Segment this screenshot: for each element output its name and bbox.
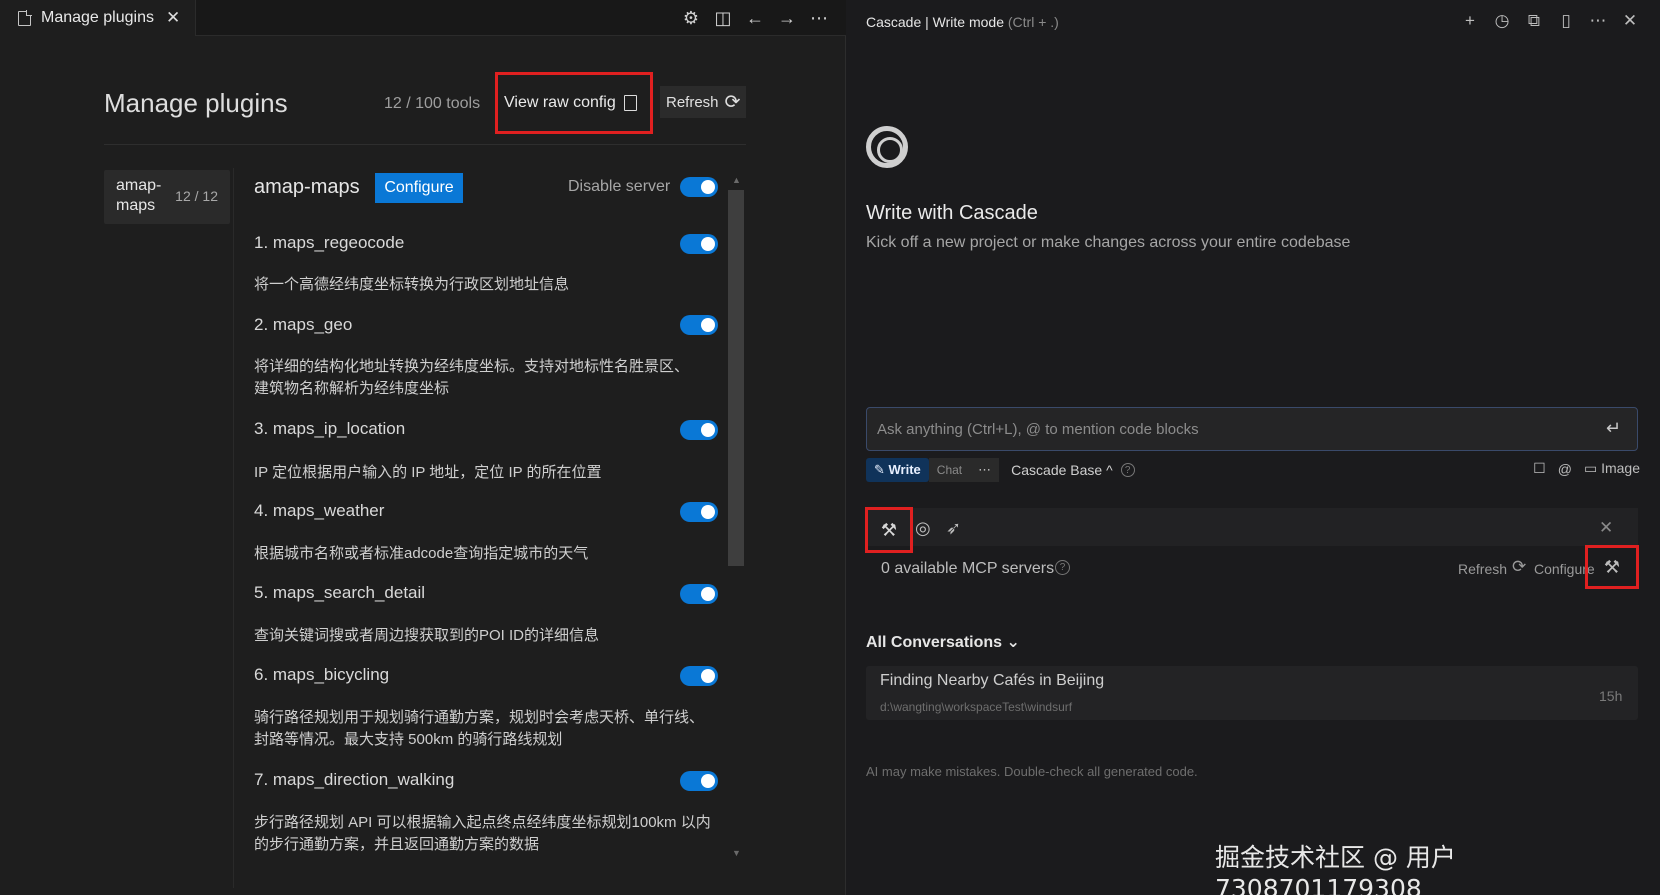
tool-name: 7. maps_direction_walking bbox=[254, 770, 455, 789]
close-tab-icon[interactable]: ✕ bbox=[166, 8, 180, 28]
conversation-path: d:\wangting\workspaceTest\windsurf bbox=[880, 700, 1073, 714]
write-subheading: Kick off a new project or make changes a… bbox=[866, 234, 1351, 251]
conversation-title: Finding Nearby Cafés in Beijing bbox=[880, 672, 1105, 689]
tool-toggle[interactable] bbox=[680, 315, 718, 335]
server-tool-count: 12 / 12 bbox=[175, 188, 218, 204]
tool-toggle[interactable] bbox=[680, 420, 718, 440]
header-divider bbox=[104, 144, 746, 145]
disable-server-label: Disable server bbox=[568, 178, 671, 195]
mcp-toolbar bbox=[866, 508, 1638, 546]
write-heading: Write with Cascade bbox=[866, 202, 1038, 224]
scroll-up-arrow-icon[interactable]: ▲ bbox=[732, 175, 741, 185]
rocket-icon[interactable]: ➶ bbox=[946, 518, 961, 539]
ai-disclaimer: AI may make mistakes. Double-check all g… bbox=[866, 764, 1198, 779]
chat-input-box: ↵ bbox=[866, 407, 1638, 451]
tool-name: 2. maps_geo bbox=[254, 315, 353, 334]
back-arrow-icon[interactable]: ← bbox=[746, 8, 764, 29]
tool-description: 查询关键词搜或者周边搜获取到的POI ID的详细信息 bbox=[254, 627, 600, 644]
mention-icon[interactable]: @ bbox=[1558, 461, 1572, 477]
tab-title: Manage plugins bbox=[41, 9, 154, 26]
tool-description: IP 定位根据用户输入的 IP 地址，定位 IP 的所在位置 bbox=[254, 464, 602, 481]
tab-bar: Manage plugins ✕ ⚙ ◫ ← → ⋯ bbox=[0, 0, 846, 36]
scroll-down-arrow-icon[interactable]: ▼ bbox=[732, 848, 741, 858]
tool-description: 将一个高德经纬度坐标转换为行政区划地址信息 bbox=[254, 276, 570, 293]
write-mode-label: Write bbox=[888, 462, 921, 477]
refresh-label: Refresh bbox=[666, 93, 719, 111]
cascade-title-text: Cascade | Write mode bbox=[866, 14, 1004, 30]
history-icon[interactable]: ◷ bbox=[1492, 11, 1512, 31]
tool-description: 骑行路径规划用于规划骑行通勤方案，规划时会考虑天桥、单行线、封路等情况。最大支持… bbox=[254, 709, 705, 748]
server-name: amap-maps bbox=[116, 177, 162, 214]
tab-manage-plugins[interactable]: Manage plugins ✕ bbox=[0, 0, 196, 36]
help-icon[interactable]: ? bbox=[1120, 463, 1135, 477]
configure-hammer-icon[interactable]: ⚒ bbox=[1585, 545, 1639, 589]
more-icon[interactable]: ⋯ bbox=[1588, 11, 1608, 31]
write-mode-button[interactable]: ✎ Write bbox=[866, 458, 929, 482]
tool-toggle[interactable] bbox=[680, 584, 718, 604]
mcp-refresh-button[interactable]: Refresh bbox=[1458, 561, 1507, 577]
hammer-icon[interactable]: ⚒ bbox=[865, 507, 913, 553]
tool-toggle[interactable] bbox=[680, 502, 718, 522]
conversation-time: 15h bbox=[1599, 688, 1623, 704]
plugins-icon[interactable]: ⧉ bbox=[1524, 11, 1544, 31]
close-mcp-icon[interactable]: ✕ bbox=[1599, 518, 1613, 538]
edit-icon[interactable]: ☐ bbox=[1533, 460, 1546, 477]
mcp-server-count: 0 available MCP servers bbox=[881, 560, 1055, 577]
scrollbar-thumb[interactable] bbox=[728, 190, 744, 566]
model-selector[interactable]: Cascade Base ^ bbox=[1011, 462, 1113, 478]
page-title: Manage plugins bbox=[104, 88, 288, 118]
mode-more-icon[interactable]: ⋯ bbox=[970, 458, 1000, 482]
settings-icon[interactable]: ⚙ bbox=[682, 8, 700, 29]
mcp-refresh-icon[interactable]: ⟳ bbox=[1512, 557, 1526, 577]
tool-name: 6. maps_bicycling bbox=[254, 665, 390, 684]
document-icon bbox=[623, 95, 637, 111]
refresh-icon: ⟳ bbox=[724, 91, 741, 113]
view-raw-config-button[interactable]: View raw config bbox=[495, 72, 653, 134]
image-button[interactable]: ▭ Image bbox=[1584, 460, 1640, 477]
tool-name: 3. maps_ip_location bbox=[254, 419, 406, 438]
image-label: Image bbox=[1601, 460, 1640, 476]
mcp-help-icon[interactable]: ? bbox=[1055, 560, 1070, 575]
input-tools: ☐ @ ▭ Image bbox=[1533, 460, 1640, 477]
tool-name: 5. maps_search_detail bbox=[254, 583, 426, 602]
cascade-title: Cascade | Write mode (Ctrl + .) bbox=[866, 14, 1059, 30]
forward-arrow-icon[interactable]: → bbox=[778, 8, 796, 29]
file-icon bbox=[18, 10, 32, 26]
enter-icon[interactable]: ↵ bbox=[1606, 418, 1621, 439]
tool-name: 4. maps_weather bbox=[254, 501, 385, 520]
view-raw-config-label: View raw config bbox=[504, 94, 616, 111]
watermark: 掘金技术社区 @ 用户7308701179308 bbox=[1215, 843, 1456, 895]
configure-button[interactable]: Configure bbox=[375, 173, 463, 203]
disable-server-toggle[interactable] bbox=[680, 177, 718, 197]
tool-count: 12 / 100 tools bbox=[384, 95, 481, 112]
cascade-logo-icon bbox=[866, 126, 908, 168]
editor-actions: ⚙ ◫ ← → ⋯ bbox=[682, 0, 828, 36]
cascade-actions: + ◷ ⧉ ▯ ⋯ ✕ bbox=[1460, 8, 1640, 34]
server-detail-title: amap-maps bbox=[254, 176, 360, 198]
tool-description: 根据城市名称或者标准adcode查询指定城市的天气 bbox=[254, 545, 589, 562]
mode-bar: ✎ Write Chat ⋯ Cascade Base ^ ? bbox=[866, 457, 1135, 483]
docs-icon[interactable]: ▯ bbox=[1556, 11, 1576, 31]
tool-toggle[interactable] bbox=[680, 771, 718, 791]
cascade-shortcut: (Ctrl + .) bbox=[1007, 14, 1059, 30]
chat-mode-button[interactable]: Chat bbox=[928, 458, 971, 482]
new-conversation-icon[interactable]: + bbox=[1460, 11, 1480, 31]
all-conversations-dropdown[interactable]: All Conversations ⌄ bbox=[866, 632, 1020, 652]
refresh-button[interactable]: Refresh ⟳ bbox=[660, 86, 746, 118]
more-actions-icon[interactable]: ⋯ bbox=[810, 8, 828, 29]
tool-toggle[interactable] bbox=[680, 234, 718, 254]
close-panel-icon[interactable]: ✕ bbox=[1620, 11, 1640, 31]
globe-icon[interactable]: ◎ bbox=[915, 518, 931, 539]
tool-name: 1. maps_regeocode bbox=[254, 233, 405, 252]
tool-toggle[interactable] bbox=[680, 666, 718, 686]
server-list-item[interactable]: amap-maps 12 / 12 bbox=[104, 170, 230, 224]
chat-input[interactable] bbox=[867, 408, 1637, 450]
tool-description: 将详细的结构化地址转换为经纬度坐标。支持对地标性名胜景区、建筑物名称解析为经纬度… bbox=[254, 358, 690, 397]
split-editor-icon[interactable]: ◫ bbox=[714, 8, 732, 29]
tool-description: 步行路径规划 API 可以根据输入起点终点经纬度坐标规划100km 以内的步行通… bbox=[254, 814, 711, 853]
